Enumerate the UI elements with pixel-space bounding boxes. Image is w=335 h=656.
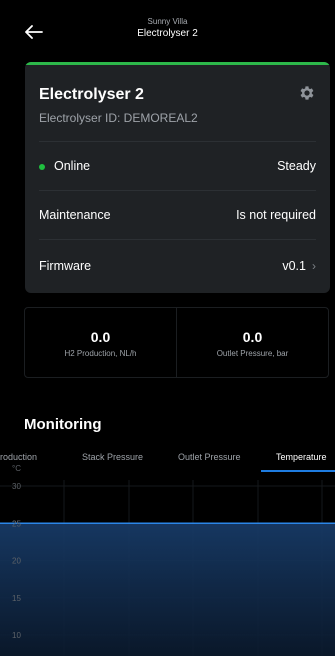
temperature-area bbox=[0, 523, 335, 656]
device-card: Electrolyser 2 Electrolyser ID: DEMOREAL… bbox=[25, 62, 330, 293]
y-axis-unit: °C bbox=[12, 464, 21, 473]
tab-stack-pressure[interactable]: Stack Pressure bbox=[82, 452, 143, 462]
maintenance-label: Maintenance bbox=[39, 208, 111, 222]
tab-h2-production[interactable]: roduction bbox=[0, 452, 37, 462]
page-title: Electrolyser 2 bbox=[137, 28, 198, 39]
tab-outlet-pressure[interactable]: Outlet Pressure bbox=[178, 452, 241, 462]
site-name: Sunny Villa bbox=[147, 17, 188, 26]
maintenance-row: Maintenance Is not required bbox=[39, 205, 316, 225]
status-label: Online bbox=[54, 159, 91, 173]
firmware-row[interactable]: Firmware v0.1 › bbox=[39, 256, 316, 276]
metric-outlet-pressure: 0.0 Outlet Pressure, bar bbox=[176, 308, 328, 377]
firmware-value: v0.1 bbox=[282, 259, 306, 273]
section-title: Monitoring bbox=[24, 416, 102, 433]
divider bbox=[39, 239, 316, 240]
status-value: Steady bbox=[277, 159, 316, 173]
status-accent-bar bbox=[25, 62, 330, 65]
metric-h2-production: 0.0 H2 Production, NL/h bbox=[25, 308, 176, 377]
metric-label: Outlet Pressure, bar bbox=[216, 348, 289, 358]
y-tick-label-overlay: 10 bbox=[12, 631, 21, 640]
header-titles: Sunny Villa Electrolyser 2 bbox=[0, 17, 335, 41]
divider bbox=[39, 190, 316, 191]
status-row: Online Steady bbox=[39, 156, 316, 176]
device-name: Electrolyser 2 bbox=[39, 86, 144, 103]
gear-icon[interactable] bbox=[298, 84, 316, 102]
status-indicator: Online bbox=[39, 159, 90, 173]
divider bbox=[39, 141, 316, 142]
device-type-id: Electrolyser ID: DEMOREAL2 bbox=[39, 111, 198, 125]
metric-value: 0.0 bbox=[242, 328, 263, 345]
y-tick-label: 30 bbox=[12, 482, 21, 491]
metric-value: 0.0 bbox=[90, 328, 111, 345]
status-dot bbox=[39, 163, 45, 170]
firmware-value-wrap: v0.1 › bbox=[282, 259, 316, 273]
y-tick-label-overlay: 15 bbox=[12, 594, 21, 603]
top-bar: Sunny Villa Electrolyser 2 bbox=[0, 0, 335, 56]
tab-temperature[interactable]: Temperature bbox=[276, 452, 327, 462]
firmware-label: Firmware bbox=[39, 259, 92, 273]
metric-label: H2 Production, NL/h bbox=[64, 348, 137, 358]
maintenance-value: Is not required bbox=[236, 208, 316, 222]
metrics-panel: 0.0 H2 Production, NL/h 0.0 Outlet Press… bbox=[24, 307, 329, 378]
chart-canvas: 3025201510°C25201510 bbox=[0, 464, 335, 656]
y-tick-label-overlay: 25 bbox=[12, 519, 21, 528]
y-tick-label-overlay: 20 bbox=[12, 557, 21, 566]
temperature-chart: 3025201510°C25201510 bbox=[0, 462, 335, 656]
chevron-right-icon: › bbox=[312, 259, 316, 273]
